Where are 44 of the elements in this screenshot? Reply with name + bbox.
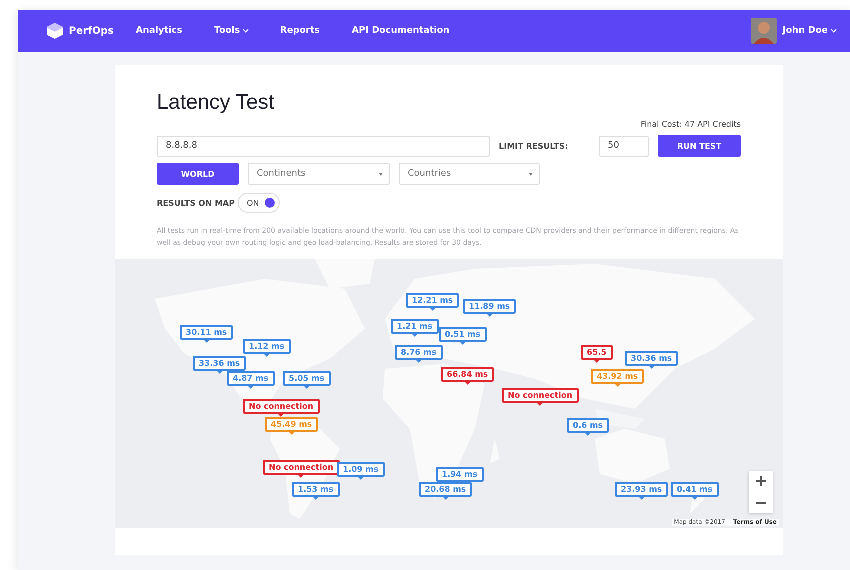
zoom-in-icon[interactable] xyxy=(755,475,767,487)
latency-marker[interactable]: 1.21 ms xyxy=(391,319,439,334)
latency-marker[interactable]: 20.68 ms xyxy=(419,482,472,497)
world-button[interactable]: WORLD xyxy=(157,163,239,185)
latency-marker[interactable]: 11.89 ms xyxy=(463,299,516,314)
target-input[interactable]: 8.8.8.8 xyxy=(157,136,490,156)
latency-marker[interactable]: No connection xyxy=(243,399,320,414)
latency-marker[interactable]: 5.05 ms xyxy=(283,371,331,386)
latency-marker[interactable]: 0.51 ms xyxy=(439,327,487,342)
latency-marker[interactable]: 43.92 ms xyxy=(591,369,644,384)
latency-marker[interactable]: 0.41 ms xyxy=(671,482,719,497)
latency-marker[interactable]: 1.94 ms xyxy=(436,467,484,482)
nav-link[interactable]: Tools xyxy=(214,26,248,36)
nav-link[interactable]: Analytics xyxy=(136,26,182,36)
countries-dropdown[interactable]: Countries xyxy=(399,163,540,185)
logo-icon xyxy=(46,22,64,40)
run-test-button[interactable]: RUN TEST xyxy=(658,135,741,157)
latency-marker[interactable]: 33.36 ms xyxy=(193,356,246,371)
continents-dropdown[interactable]: Continents xyxy=(248,163,390,185)
limit-label: LIMIT RESULTS: xyxy=(499,142,570,150)
latency-marker[interactable]: 8.76 ms xyxy=(395,345,443,360)
latency-marker[interactable]: 1.12 ms xyxy=(243,339,291,354)
user-menu[interactable]: John Doe xyxy=(782,26,836,36)
page-title: Latency Test xyxy=(157,91,276,115)
limit-input[interactable]: 50 xyxy=(599,136,649,156)
nav-link[interactable]: Reports xyxy=(280,26,320,36)
latency-marker[interactable]: 66.84 ms xyxy=(441,367,494,382)
latency-marker[interactable]: 0.6 ms xyxy=(567,418,610,433)
latency-marker[interactable]: No connection xyxy=(263,460,340,475)
latency-marker[interactable]: 30.36 ms xyxy=(625,351,678,366)
latency-marker[interactable]: 65.5 xyxy=(581,345,613,360)
latency-marker[interactable]: 1.09 ms xyxy=(337,462,385,477)
latency-marker[interactable]: 12.21 ms xyxy=(406,293,460,308)
latency-marker[interactable]: 23.93 ms xyxy=(615,482,668,497)
map-toggle[interactable]: ON xyxy=(238,193,280,213)
cost-label: Final Cost: 47 API Credits xyxy=(640,120,741,129)
nav-link[interactable]: API Documentation xyxy=(352,26,450,36)
latency-marker[interactable]: No connection xyxy=(502,388,579,403)
latency-marker[interactable]: 1.53 ms xyxy=(292,482,340,497)
brand-name[interactable]: PerfOps xyxy=(69,26,114,36)
latency-marker[interactable]: 30.11 ms xyxy=(180,325,234,340)
latency-marker[interactable]: 4.87 ms xyxy=(227,371,275,386)
toggle-label: RESULTS ON MAP xyxy=(157,198,236,208)
latency-marker[interactable]: 45.49 ms xyxy=(265,417,318,432)
